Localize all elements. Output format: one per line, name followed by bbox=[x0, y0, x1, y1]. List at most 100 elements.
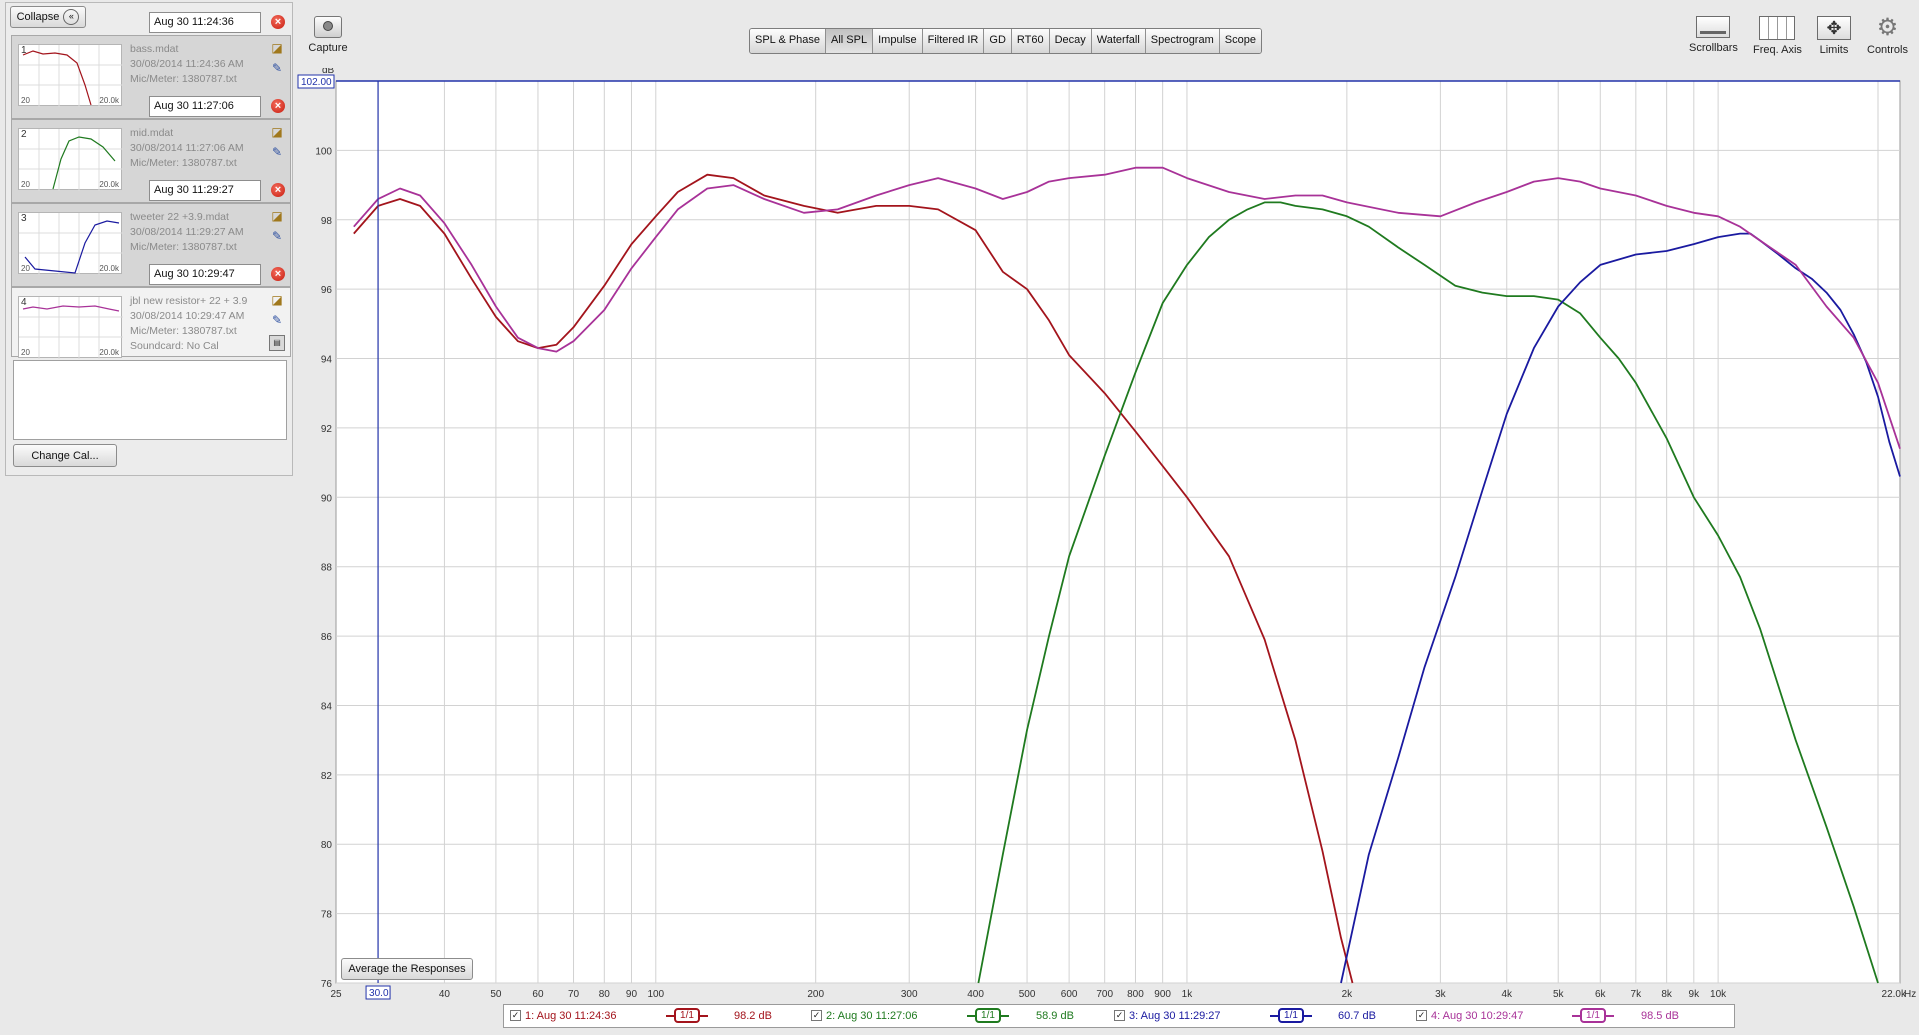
measurement-mic: Mic/Meter: 1380787.txt bbox=[130, 157, 237, 169]
thumbnail-1: 1 20 20.0k bbox=[18, 44, 123, 107]
x-tick-label: 90 bbox=[626, 989, 638, 1000]
freq-axis-button[interactable]: Freq. Axis bbox=[1753, 16, 1802, 56]
measurement-date: 30/08/2014 11:29:27 AM bbox=[130, 226, 244, 238]
measurement-name-field-4[interactable]: Aug 30 10:29:47 bbox=[149, 264, 261, 285]
x-tick-label: 60 bbox=[532, 989, 544, 1000]
measurement-name-field-2[interactable]: Aug 30 11:27:06 bbox=[149, 96, 261, 117]
cal-curve-icon[interactable]: ✎ bbox=[269, 145, 285, 159]
soundcard-cal-icon[interactable]: ▤ bbox=[269, 335, 285, 351]
close-icon[interactable]: × bbox=[271, 99, 285, 113]
x-tick-label: 100 bbox=[647, 989, 664, 1000]
x-tick-label: 10k bbox=[1710, 989, 1727, 1000]
legend-bar: ✓ 1: Aug 30 11:24:36 1/1 98.2 dB ✓ 2: Au… bbox=[503, 1004, 1735, 1028]
tab-waterfall[interactable]: Waterfall bbox=[1091, 29, 1146, 53]
cal-curve-icon[interactable]: ✎ bbox=[269, 229, 285, 243]
chart-edit-icon[interactable]: ◪ bbox=[269, 209, 285, 223]
tab-spectrogram[interactable]: Spectrogram bbox=[1145, 29, 1220, 53]
thumbnail-2: 2 20 20.0k bbox=[18, 128, 123, 191]
measurement-mic: Mic/Meter: 1380787.txt bbox=[130, 73, 237, 85]
cal-curve-icon[interactable]: ✎ bbox=[269, 313, 285, 327]
spl-graph[interactable]: 76788082848688909294969810025 40 50 60 70 80 9… bbox=[296, 68, 1919, 1004]
thumbnail-index: 4 bbox=[21, 297, 27, 308]
limits-button[interactable]: ✥ Limits bbox=[1817, 16, 1851, 56]
x-tick-label: 300 bbox=[901, 989, 918, 1000]
y-tick-label: 88 bbox=[321, 563, 333, 574]
tab-impulse[interactable]: Impulse bbox=[873, 29, 923, 53]
gear-icon: ⚙ bbox=[1876, 14, 1899, 41]
tab-all-spl[interactable]: All SPL bbox=[826, 29, 874, 53]
tab-decay[interactable]: Decay bbox=[1049, 29, 1092, 53]
legend-checkbox-2[interactable]: ✓ bbox=[811, 1010, 822, 1021]
tab-rt60[interactable]: RT60 bbox=[1011, 29, 1050, 53]
legend-checkbox-3[interactable]: ✓ bbox=[1114, 1010, 1125, 1021]
measurement-mic: Mic/Meter: 1380787.txt bbox=[130, 241, 237, 253]
x-tick-label: 50 bbox=[490, 989, 502, 1000]
y-tick-label: 78 bbox=[321, 910, 333, 921]
x-tick-label: 2k bbox=[1342, 989, 1354, 1000]
chevron-left-icon: « bbox=[63, 9, 80, 25]
thumbnail-4: 4 20 20.0k bbox=[18, 296, 123, 359]
x-tick-label: 900 bbox=[1154, 989, 1171, 1000]
average-responses-button[interactable]: Average the Responses bbox=[341, 958, 473, 980]
thumbnail-3: 3 20 20.0k bbox=[18, 212, 123, 275]
y-cursor-box[interactable]: 102.00 bbox=[297, 74, 335, 89]
measurement-name-field-3[interactable]: Aug 30 11:29:27 bbox=[149, 180, 261, 201]
controls-button[interactable]: ⚙ Controls bbox=[1867, 14, 1908, 57]
x-tick-label: 6k bbox=[1595, 989, 1607, 1000]
measurement-panel: Collapse « 1 20 20.0k bass.mdat 30/08/20… bbox=[5, 2, 293, 476]
x-tick-label: 7k bbox=[1631, 989, 1643, 1000]
measurement-soundcard: Soundcard: No Cal bbox=[130, 340, 219, 352]
chart-edit-icon[interactable]: ◪ bbox=[269, 293, 285, 307]
measurement-name-field-1[interactable]: Aug 30 11:24:36 bbox=[149, 12, 261, 33]
controls-label: Controls bbox=[1867, 44, 1908, 56]
capture-button[interactable]: Capture bbox=[308, 16, 348, 54]
cal-curve-icon[interactable]: ✎ bbox=[269, 61, 285, 75]
notes-area[interactable] bbox=[13, 360, 287, 440]
x-cursor-box[interactable]: 30.0 bbox=[365, 985, 391, 1000]
x-tick-label: 500 bbox=[1019, 989, 1036, 1000]
x-tick-label: 80 bbox=[599, 989, 611, 1000]
chart-edit-icon[interactable]: ◪ bbox=[269, 41, 285, 55]
measurement-date: 30/08/2014 11:27:06 AM bbox=[130, 142, 244, 154]
collapse-label: Collapse bbox=[16, 11, 60, 23]
measurement-file: bass.mdat bbox=[130, 43, 179, 55]
thumbnail-max: 20.0k bbox=[99, 96, 119, 105]
thumbnail-min: 20 bbox=[21, 180, 30, 189]
legend-label-3: 3: Aug 30 11:29:27 bbox=[1129, 1010, 1221, 1022]
measurement-item-4[interactable]: 4 20 20.0k jbl new resistor+ 22 + 3.9 30… bbox=[11, 287, 291, 359]
tab-scope[interactable]: Scope bbox=[1219, 29, 1261, 53]
x-tick-label: 8k bbox=[1661, 989, 1673, 1000]
tab-gd[interactable]: GD bbox=[984, 29, 1012, 53]
chart-edit-icon[interactable]: ◪ bbox=[269, 125, 285, 139]
freq-axis-label: Freq. Axis bbox=[1753, 44, 1802, 56]
thumbnail-min: 20 bbox=[21, 96, 30, 105]
y-tick-label: 98 bbox=[321, 216, 333, 227]
tab-spl-phase[interactable]: SPL & Phase bbox=[750, 29, 827, 53]
x-tick-label: 400 bbox=[967, 989, 984, 1000]
smoothing-icon-1[interactable]: 1/1 bbox=[666, 1008, 708, 1023]
close-icon[interactable]: × bbox=[271, 267, 285, 281]
x-unit-label: Hz bbox=[1904, 989, 1916, 1000]
measurement-file: jbl new resistor+ 22 + 3.9 bbox=[130, 295, 248, 307]
smoothing-icon-4[interactable]: 1/1 bbox=[1572, 1008, 1614, 1023]
close-icon[interactable]: × bbox=[271, 183, 285, 197]
y-tick-label: 96 bbox=[321, 285, 333, 296]
thumbnail-max: 20.0k bbox=[99, 180, 119, 189]
scrollbars-button[interactable]: Scrollbars bbox=[1689, 16, 1738, 54]
legend-checkbox-4[interactable]: ✓ bbox=[1416, 1010, 1427, 1021]
smoothing-icon-2[interactable]: 1/1 bbox=[967, 1008, 1009, 1023]
capture-label: Capture bbox=[308, 42, 348, 54]
x-tick-label: 9k bbox=[1689, 989, 1701, 1000]
legend-label-1: 1: Aug 30 11:24:36 bbox=[525, 1010, 617, 1022]
close-icon[interactable]: × bbox=[271, 15, 285, 29]
limits-label: Limits bbox=[1819, 44, 1849, 56]
plot-area bbox=[335, 80, 1901, 984]
x-tick-label: 600 bbox=[1061, 989, 1078, 1000]
change-cal-button[interactable]: Change Cal... bbox=[13, 444, 117, 467]
smoothing-icon-3[interactable]: 1/1 bbox=[1270, 1008, 1312, 1023]
measurement-file: tweeter 22 +3.9.mdat bbox=[130, 211, 229, 223]
collapse-button[interactable]: Collapse « bbox=[10, 6, 86, 28]
legend-checkbox-1[interactable]: ✓ bbox=[510, 1010, 521, 1021]
tab-filtered-ir[interactable]: Filtered IR bbox=[922, 29, 985, 53]
thumbnail-max: 20.0k bbox=[99, 264, 119, 273]
